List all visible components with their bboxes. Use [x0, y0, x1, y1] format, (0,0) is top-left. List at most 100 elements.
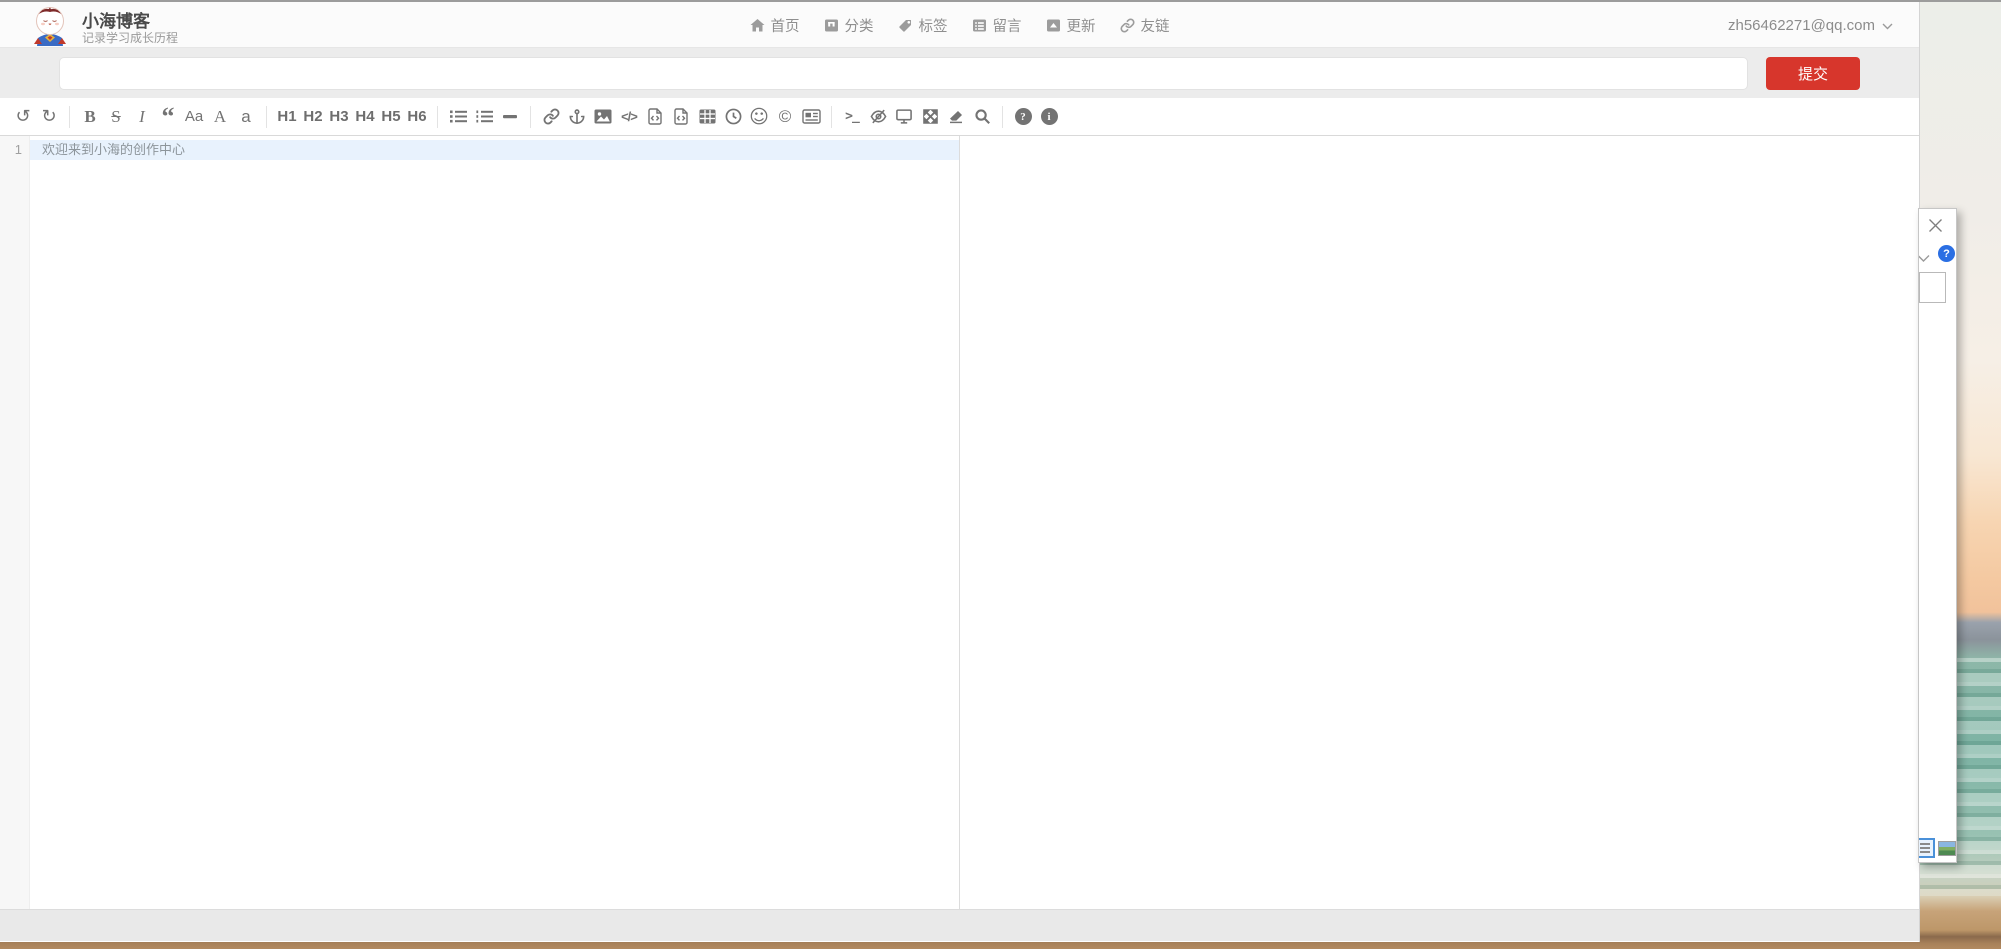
toolbar-separator: [1002, 106, 1003, 128]
nav-label: 留言: [993, 15, 1022, 36]
site-logo-link[interactable]: 小海博客 记录学习成长历程: [30, 4, 178, 51]
code-input-area[interactable]: 欢迎来到小海的创作中心: [30, 136, 959, 909]
main-nav: 首页 分类 标签 留言 更新 友链: [750, 2, 1170, 48]
ucwords-button[interactable]: Aa: [181, 102, 207, 132]
undo-button[interactable]: ↺: [10, 102, 36, 132]
file-code-icon: [648, 108, 662, 125]
list-ol-button[interactable]: [471, 102, 497, 132]
blog-title: 小海博客: [82, 12, 178, 31]
toolbar-separator: [530, 106, 531, 128]
close-icon[interactable]: [1928, 218, 1943, 233]
nav-label: 友链: [1141, 15, 1170, 36]
h2-button[interactable]: H2: [300, 102, 326, 132]
nav-label: 标签: [919, 15, 948, 36]
clock-icon: [725, 108, 742, 125]
expand-arrows-icon: [922, 108, 939, 125]
link-icon: [1120, 18, 1135, 33]
search-button[interactable]: [969, 102, 995, 132]
datetime-button[interactable]: [720, 102, 746, 132]
chevron-down-icon[interactable]: [1918, 250, 1930, 268]
toolbar-separator: [266, 106, 267, 128]
text-mode-button[interactable]: [1918, 838, 1935, 858]
window-top-border: [0, 0, 2001, 2]
nav-item-comments[interactable]: 留言: [972, 15, 1022, 36]
emoji-button[interactable]: ☺: [746, 102, 772, 132]
clear-button[interactable]: [943, 102, 969, 132]
uppercase-button[interactable]: A: [207, 102, 233, 132]
toolbar-separator: [69, 106, 70, 128]
line-number-gutter: 1: [0, 136, 30, 909]
insert-image-button[interactable]: [590, 102, 616, 132]
code-block-button[interactable]: [668, 102, 694, 132]
home-icon: [750, 18, 765, 33]
h4-button[interactable]: H4: [352, 102, 378, 132]
user-email: zh56462271@qq.com: [1728, 17, 1875, 34]
goto-line-button[interactable]: >_: [839, 102, 865, 132]
reference-link-button[interactable]: [564, 102, 590, 132]
insert-link-button[interactable]: [538, 102, 564, 132]
image-mode-button[interactable]: [1938, 841, 1956, 856]
editor-placeholder-line: 欢迎来到小海的创作中心: [30, 140, 959, 160]
preformatted-text-button[interactable]: [642, 102, 668, 132]
nav-item-tags[interactable]: 标签: [898, 15, 948, 36]
link-icon: [543, 108, 560, 125]
quote-button[interactable]: “: [155, 110, 181, 124]
h1-button[interactable]: H1: [274, 102, 300, 132]
info-button[interactable]: i: [1036, 102, 1062, 132]
watch-button[interactable]: [865, 102, 891, 132]
monitor-icon: [895, 108, 913, 125]
fullscreen-button[interactable]: [917, 102, 943, 132]
strikethrough-button[interactable]: S: [103, 102, 129, 132]
extension-popup-panel: ?: [1918, 208, 1957, 863]
table-button[interactable]: [694, 102, 720, 132]
anchor-icon: [569, 108, 585, 125]
avatar: [30, 4, 70, 51]
nav-item-categories[interactable]: 分类: [824, 15, 874, 36]
page-footer-band: [0, 909, 1919, 941]
caret-square-up-icon: [1046, 18, 1061, 33]
toolbar-separator: [437, 106, 438, 128]
nav-item-home[interactable]: 首页: [750, 15, 800, 36]
nav-label: 更新: [1067, 15, 1096, 36]
hr-button[interactable]: [497, 102, 523, 132]
help-icon: ?: [1015, 108, 1032, 125]
list-ul-button[interactable]: [445, 102, 471, 132]
h6-button[interactable]: H6: [404, 102, 430, 132]
toolbar-separator: [831, 106, 832, 128]
list-alt-icon: [972, 18, 987, 33]
image-icon: [594, 109, 612, 124]
article-title-input[interactable]: [59, 57, 1748, 90]
nav-item-links[interactable]: 友链: [1120, 15, 1170, 36]
help-button[interactable]: ?: [1010, 102, 1036, 132]
submit-button[interactable]: 提交: [1766, 57, 1860, 90]
editor-toolbar: ↺ ↻ B S I “ Aa A a H1 H2 H3 H4 H5 H6 </>…: [0, 98, 1919, 136]
preview-button[interactable]: [891, 102, 917, 132]
redo-button[interactable]: ↻: [36, 102, 62, 132]
nav-item-updates[interactable]: 更新: [1046, 15, 1096, 36]
page-container: 小海博客 记录学习成长历程 首页 分类 标签 留言: [0, 0, 1920, 942]
markdown-editor: 1 欢迎来到小海的创作中心: [0, 136, 1919, 909]
chevron-down-icon: [1882, 17, 1893, 34]
inline-code-button[interactable]: </>: [616, 102, 642, 132]
h5-button[interactable]: H5: [378, 102, 404, 132]
flag-icon: [824, 18, 839, 33]
list-ul-icon: [450, 109, 467, 124]
lowercase-button[interactable]: a: [233, 102, 259, 132]
panel-search-input[interactable]: [1919, 272, 1946, 303]
nav-label: 首页: [771, 15, 800, 36]
newspaper-icon: [802, 109, 821, 124]
file-code-icon: [674, 108, 688, 125]
italic-button[interactable]: I: [129, 102, 155, 132]
tag-icon: [898, 18, 913, 33]
blog-subtitle: 记录学习成长历程: [82, 31, 178, 46]
pagebreak-button[interactable]: [798, 102, 824, 132]
html-entities-button[interactable]: ©: [772, 102, 798, 132]
bold-button[interactable]: B: [77, 102, 103, 132]
help-badge[interactable]: ?: [1938, 245, 1955, 262]
h3-button[interactable]: H3: [326, 102, 352, 132]
eraser-icon: [947, 109, 965, 125]
compose-bar: 提交: [0, 48, 1919, 98]
info-icon: i: [1041, 108, 1058, 125]
hr-icon: [503, 115, 517, 119]
user-menu[interactable]: zh56462271@qq.com: [1728, 2, 1893, 48]
